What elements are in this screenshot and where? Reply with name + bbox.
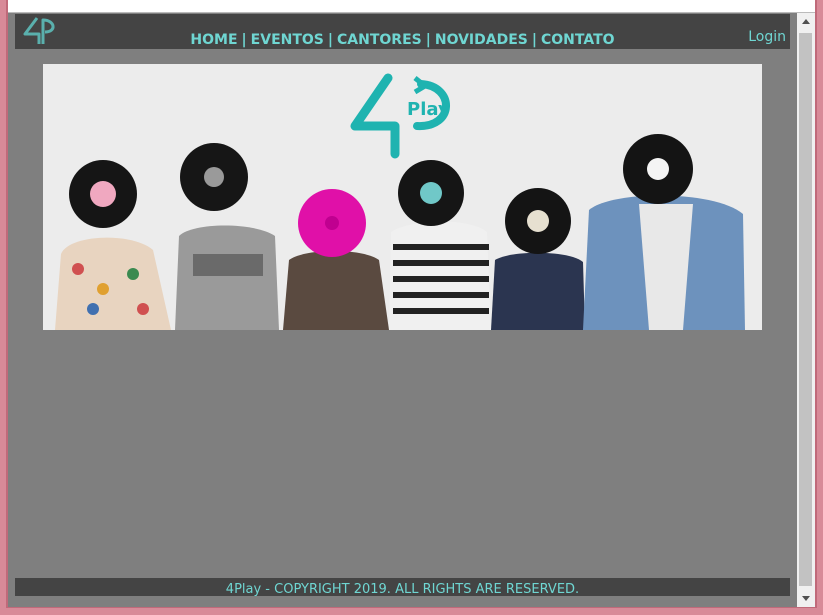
scroll-down-arrow-icon [802,596,810,601]
footer: 4Play - COPYRIGHT 2019. ALL RIGHTS ARE R… [15,578,790,597]
nav-item-contato[interactable]: CONTATO [541,32,615,48]
page-viewport: HOME | EVENTOS | CANTORES | NOVIDADES | CONTATO … [8,13,797,607]
svg-text:Play: Play [407,99,450,120]
main-nav: HOME | EVENTOS | CANTORES | NOVIDADES | CONTATO [15,32,790,48]
login-link[interactable]: Login [748,29,786,45]
nav-item-novidades[interactable]: NOVIDADES [435,32,528,48]
nav-separator: | [531,32,537,48]
nav-item-home[interactable]: HOME [190,32,237,48]
nav-item-cantores[interactable]: CANTORES [337,32,422,48]
navbar: HOME | EVENTOS | CANTORES | NOVIDADES | CONTATO … [15,14,790,49]
scroll-up-arrow-icon [802,19,810,24]
vertical-scrollbar[interactable] [797,13,815,607]
scroll-down-button[interactable] [797,589,815,607]
copyright-text: 4Play - COPYRIGHT 2019. ALL RIGHTS ARE R… [225,582,580,597]
nav-separator: | [327,32,334,48]
nav-item-eventos[interactable]: EVENTOS [251,32,324,48]
address-strip: ​ [8,0,815,13]
scroll-up-button[interactable] [797,13,815,31]
hero-banner: Play [43,64,762,330]
scroll-thumb[interactable] [799,33,812,586]
hero-banner-image: Play [43,64,762,330]
nav-separator: | [241,32,247,48]
nav-separator: | [425,32,431,48]
